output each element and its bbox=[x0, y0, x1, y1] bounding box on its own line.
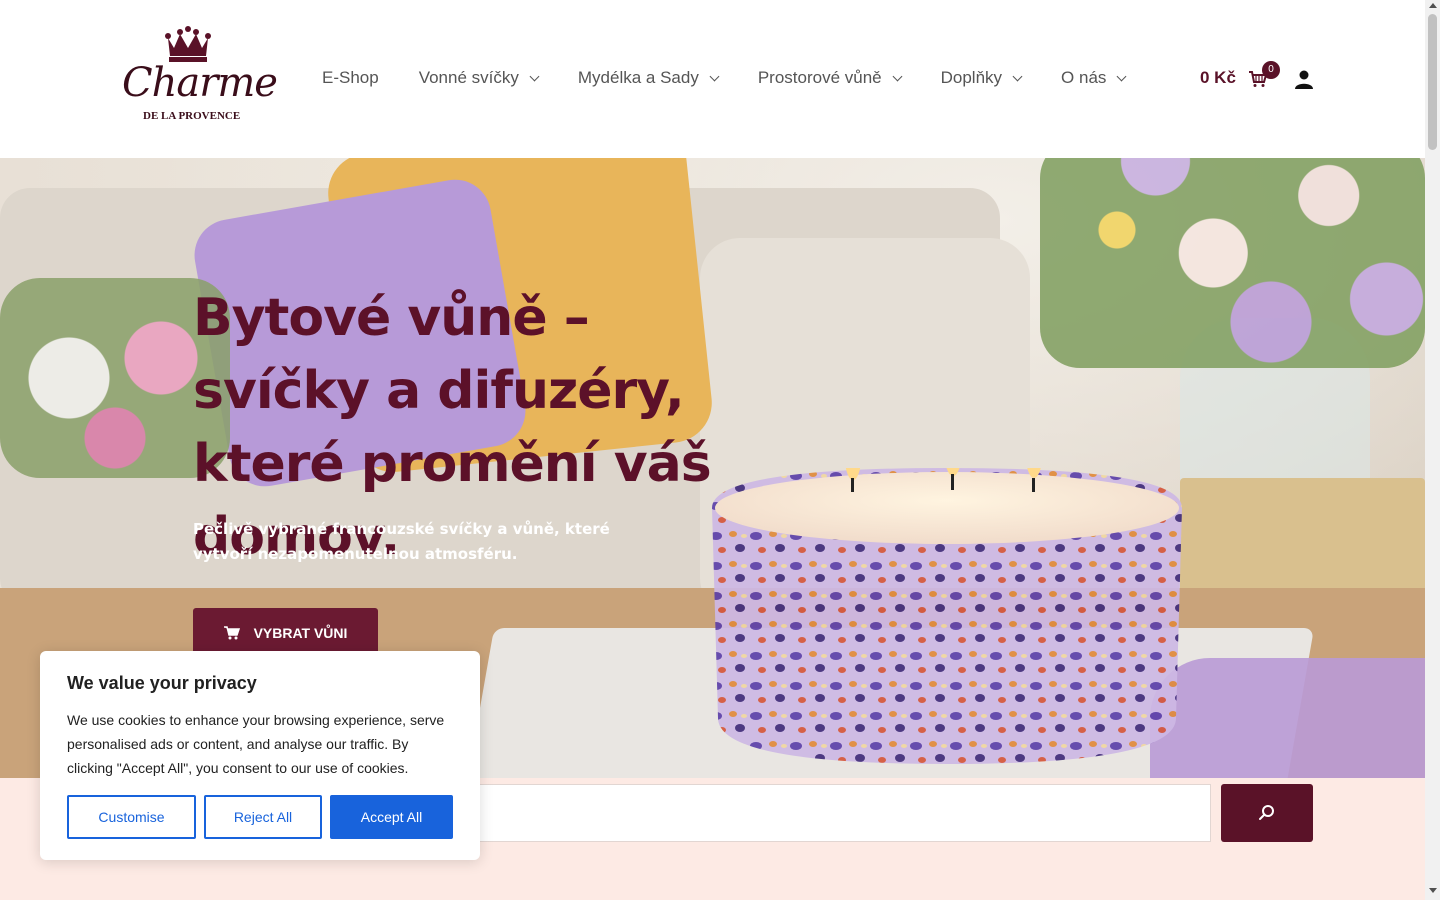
site-header: Charme DE LA PROVENCE E-Shop Vonné svíčk… bbox=[0, 0, 1425, 158]
chevron-down-icon bbox=[529, 71, 540, 81]
chevron-down-icon bbox=[1012, 71, 1023, 81]
customise-button[interactable]: Customise bbox=[67, 795, 196, 839]
chevron-down-icon bbox=[1116, 71, 1127, 81]
chevron-down-icon bbox=[892, 71, 903, 81]
user-icon[interactable] bbox=[1294, 69, 1314, 89]
cookie-buttons: Customise Reject All Accept All bbox=[67, 795, 453, 839]
hero-subtitle: Pečlivě vybrané francouzské svíčky a vůn… bbox=[193, 520, 610, 563]
nav-item-label: Doplňky bbox=[940, 68, 1003, 87]
cart-total[interactable]: 0 Kč bbox=[1200, 68, 1236, 88]
nav-item-doplnky[interactable]: Doplňky bbox=[940, 68, 1023, 88]
cart-count-badge: 0 bbox=[1262, 61, 1280, 79]
nav-item-prostorove-vune[interactable]: Prostorové vůně bbox=[757, 68, 903, 88]
nav-item-label: Mydélka a Sady bbox=[577, 68, 699, 87]
hero-candle-image bbox=[708, 424, 1186, 768]
cart-icon bbox=[223, 626, 240, 640]
cookie-consent-banner: We value your privacy We use cookies to … bbox=[40, 651, 480, 860]
nav-item-label: E-Shop bbox=[322, 68, 379, 87]
scroll-down-arrow-icon[interactable] bbox=[1428, 888, 1437, 893]
choose-scent-label: VYBRAT VŮNI bbox=[253, 625, 348, 641]
hero-flowers-image bbox=[1040, 158, 1425, 368]
nav-item-mydelka[interactable]: Mydélka a Sady bbox=[577, 68, 720, 88]
cookie-text: We use cookies to enhance your browsing … bbox=[67, 712, 445, 776]
nav-item-label: O nás bbox=[1061, 68, 1107, 87]
nav-item-o-nas[interactable]: O nás bbox=[1061, 68, 1127, 88]
logo[interactable]: Charme DE LA PROVENCE bbox=[118, 24, 278, 124]
logo-script: Charme bbox=[122, 60, 278, 106]
search-input[interactable] bbox=[440, 784, 1211, 842]
search-icon bbox=[1259, 805, 1274, 820]
logo-subtitle: DE LA PROVENCE bbox=[143, 110, 241, 122]
nav-item-vonne-svicky[interactable]: Vonné svíčky bbox=[418, 68, 540, 88]
scrollbar-thumb[interactable] bbox=[1428, 14, 1437, 150]
reject-all-button[interactable]: Reject All bbox=[204, 795, 322, 839]
nav-item-label: Prostorové vůně bbox=[757, 68, 882, 87]
accept-all-button[interactable]: Accept All bbox=[330, 795, 453, 839]
nav-item-eshop[interactable]: E-Shop bbox=[322, 68, 379, 88]
chevron-down-icon bbox=[709, 71, 720, 81]
cookie-title: We value your privacy bbox=[67, 673, 257, 693]
search-button[interactable] bbox=[1221, 784, 1313, 842]
hero-lilac-image bbox=[1150, 658, 1425, 778]
nav-item-label: Vonné svíčky bbox=[418, 68, 519, 87]
scroll-up-arrow-icon[interactable] bbox=[1428, 3, 1437, 8]
main-nav: E-Shop Vonné svíčky Mydélka a Sady Prost… bbox=[322, 68, 1165, 88]
